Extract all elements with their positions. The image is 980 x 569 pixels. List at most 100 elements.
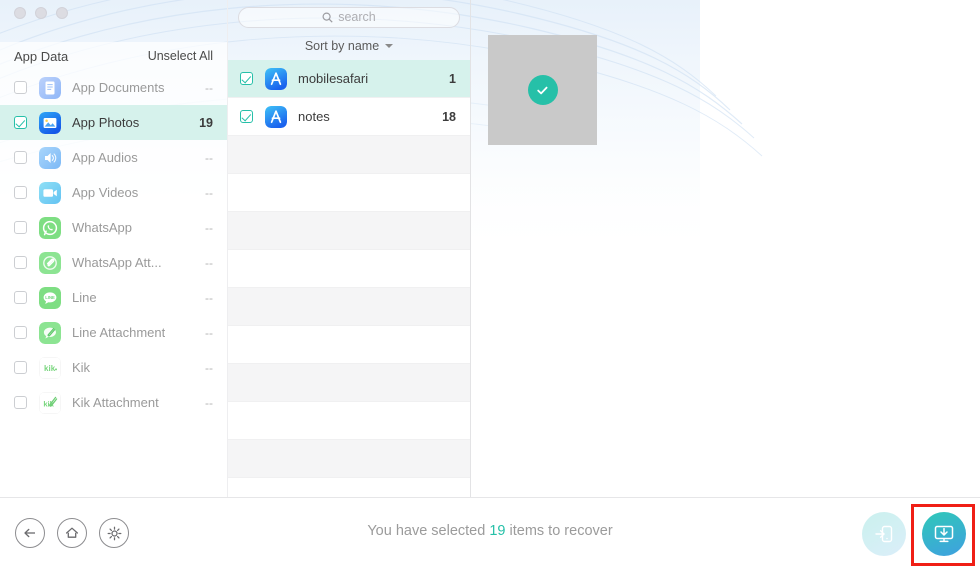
sidebar-item-label: WhatsApp Att...	[72, 255, 162, 270]
sidebar-item-line-attachment[interactable]: Line Attachment --	[0, 315, 227, 350]
sidebar-header: App Data Unselect All	[0, 42, 227, 70]
sidebar-item-whatsapp[interactable]: WhatsApp --	[0, 210, 227, 245]
sidebar-item-checkbox[interactable]	[14, 396, 27, 409]
preview-pane	[472, 0, 980, 497]
sidebar-item-checkbox[interactable]	[14, 361, 27, 374]
sidebar-item-label: Kik Attachment	[72, 395, 159, 410]
sidebar-item-kik[interactable]: kik Kik --	[0, 350, 227, 385]
unselect-all-button[interactable]: Unselect All	[148, 49, 213, 63]
sidebar: App Data Unselect All App Documents -- App…	[0, 42, 227, 497]
app-window: App Data Unselect All App Documents -- App…	[0, 0, 980, 569]
list-item[interactable]: mobilesafari 1	[228, 60, 470, 98]
line-icon: LINE	[39, 286, 61, 309]
svg-text:kik: kik	[44, 364, 56, 373]
sidebar-item-count: 19	[199, 115, 213, 130]
list-item-count: 1	[449, 71, 456, 86]
list-item-checkbox[interactable]	[240, 110, 253, 123]
sidebar-item-label: App Photos	[72, 115, 140, 130]
status-text: You have selected 19 items to recover	[0, 523, 980, 539]
app-store-icon	[265, 67, 287, 90]
kik-icon: kik	[39, 356, 61, 379]
list-item-empty	[228, 250, 470, 288]
list-item-label: notes	[298, 109, 330, 124]
sidebar-item-label: App Documents	[72, 80, 165, 95]
chevron-down-icon	[385, 44, 394, 48]
sidebar-item-checkbox[interactable]	[14, 186, 27, 199]
sidebar-item-label: App Videos	[72, 185, 139, 200]
photo-thumbnail[interactable]	[488, 35, 597, 145]
list-item-empty	[228, 174, 470, 212]
line-attachment-icon	[39, 321, 61, 344]
sidebar-item-label: Line Attachment	[72, 325, 166, 340]
sidebar-item-checkbox[interactable]	[14, 221, 27, 234]
sidebar-item-label: WhatsApp	[72, 220, 132, 235]
kik-attachment-icon: kik	[39, 391, 61, 414]
action-buttons	[862, 512, 966, 556]
list-item-label: mobilesafari	[298, 71, 369, 86]
sidebar-item-kik-attachment[interactable]: kik Kik Attachment --	[0, 385, 227, 420]
app-store-icon	[265, 105, 287, 128]
sidebar-item-app-videos[interactable]: App Videos --	[0, 175, 227, 210]
sidebar-item-whatsapp-att[interactable]: WhatsApp Att... --	[0, 245, 227, 280]
close-button[interactable]	[14, 7, 26, 19]
search-placeholder: search	[338, 10, 376, 24]
whatsapp-icon	[39, 216, 61, 239]
sidebar-item-count: --	[205, 150, 213, 165]
app-videos-icon	[39, 181, 61, 204]
sidebar-item-count: --	[205, 80, 213, 95]
app-audios-icon	[39, 146, 61, 169]
app-store-icon	[265, 105, 287, 128]
check-icon	[537, 86, 548, 94]
app-audios-icon	[39, 146, 61, 169]
sidebar-item-checkbox[interactable]	[14, 116, 27, 129]
list-item-empty	[228, 136, 470, 174]
list-item-empty	[228, 364, 470, 402]
sidebar-item-count: --	[205, 360, 213, 375]
thumbnail-selected-badge[interactable]	[527, 75, 558, 105]
sidebar-item-checkbox[interactable]	[14, 291, 27, 304]
recover-to-computer-button[interactable]	[922, 512, 966, 556]
list-item[interactable]: notes 18	[228, 98, 470, 136]
sidebar-item-checkbox[interactable]	[14, 326, 27, 339]
sidebar-title: App Data	[14, 48, 69, 64]
sidebar-list: App Documents -- App Photos 19 App Audios -- A…	[0, 70, 227, 420]
svg-text:LINE: LINE	[45, 294, 55, 299]
sort-dropdown[interactable]: Sort by name	[228, 34, 470, 58]
line-icon: LINE	[39, 286, 61, 309]
list-item-count: 18	[442, 109, 456, 124]
search-area: search	[228, 0, 470, 34]
app-store-icon	[265, 67, 287, 90]
export-to-device-icon	[875, 525, 893, 543]
sidebar-item-line[interactable]: LINE Line --	[0, 280, 227, 315]
app-list: mobilesafari 1 notes 18	[228, 60, 470, 516]
window-controls[interactable]	[14, 7, 68, 19]
sidebar-item-checkbox[interactable]	[14, 151, 27, 164]
download-to-computer-icon	[934, 525, 954, 543]
app-videos-icon	[39, 181, 61, 204]
sidebar-item-label: Kik	[72, 360, 91, 375]
list-item-empty	[228, 402, 470, 440]
zoom-button[interactable]	[56, 7, 68, 19]
status-suffix: items to recover	[505, 523, 613, 539]
list-item-checkbox[interactable]	[240, 72, 253, 85]
search-icon	[322, 11, 333, 23]
sidebar-item-checkbox[interactable]	[14, 81, 27, 94]
whatsapp-attachment-icon	[39, 251, 61, 274]
list-item-empty	[228, 326, 470, 364]
sidebar-item-count: --	[205, 395, 213, 410]
sidebar-item-app-audios[interactable]: App Audios --	[0, 140, 227, 175]
recover-to-device-button[interactable]	[862, 512, 906, 556]
sidebar-item-count: --	[205, 220, 213, 235]
search-input[interactable]: search	[238, 6, 460, 28]
sidebar-item-count: --	[205, 185, 213, 200]
app-photos-icon	[39, 111, 61, 134]
app-list-column: search Sort by name mobilesafari 1 notes 18	[227, 0, 471, 516]
minimize-button[interactable]	[35, 7, 47, 19]
sidebar-item-checkbox[interactable]	[14, 256, 27, 269]
status-prefix: You have selected	[367, 523, 490, 539]
sidebar-item-app-documents[interactable]: App Documents --	[0, 70, 227, 105]
app-documents-icon	[39, 76, 61, 99]
sidebar-item-label: Line	[72, 290, 97, 305]
sidebar-item-app-photos[interactable]: App Photos 19	[0, 105, 227, 140]
sidebar-item-label: App Audios	[72, 150, 138, 165]
